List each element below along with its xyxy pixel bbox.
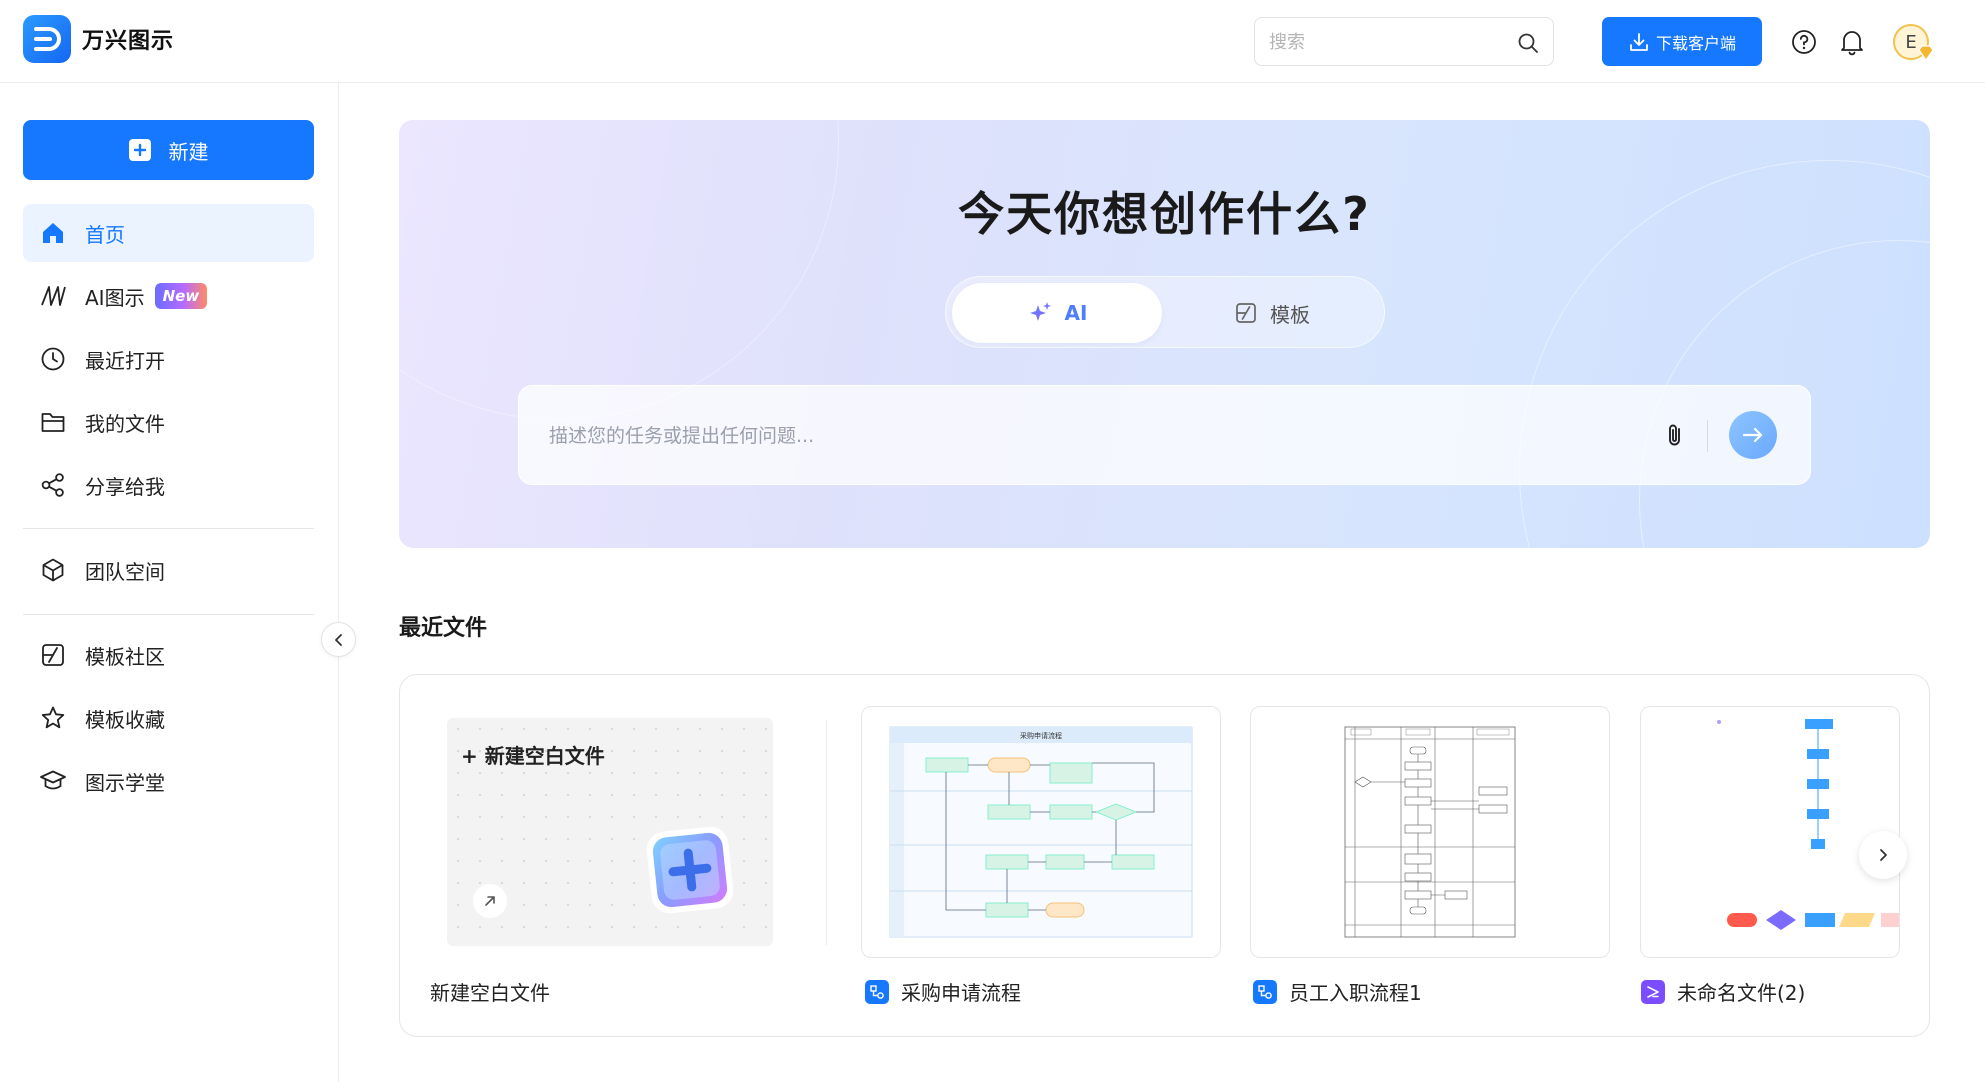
brand[interactable]: 万兴图示 <box>23 15 174 63</box>
top-bar: 万兴图示 下载客户端 E <box>0 0 1985 83</box>
tab-ai-label: AI <box>1064 301 1088 325</box>
sidebar-item-label: 最近打开 <box>85 348 165 373</box>
new-blank-file-card[interactable]: + 新建空白文件 <box>447 718 773 946</box>
sidebar-item-template-community[interactable]: 模板社区 <box>23 626 314 684</box>
prompt-divider <box>1707 420 1708 452</box>
new-badge: New <box>154 283 208 309</box>
sidebar-item-label: 图示学堂 <box>85 770 165 795</box>
file-card-onboarding-flow[interactable] <box>1250 706 1610 958</box>
new-blank-file-label[interactable]: 新建空白文件 <box>430 977 550 1006</box>
add-file-icon <box>646 826 734 914</box>
app-logo-icon <box>23 15 71 63</box>
recent-files-panel: + 新建空白文件 新建空白文件 采购申请流程 采购申请流程 员工入职流程1 未命… <box>399 674 1930 1037</box>
chevron-left-icon <box>334 633 342 646</box>
sidebar-item-favorites[interactable]: 模板收藏 <box>23 689 314 747</box>
graduation-cap-icon <box>39 767 67 795</box>
search-icon[interactable] <box>1517 32 1539 54</box>
card-separator <box>826 720 827 945</box>
send-button[interactable] <box>1729 411 1777 459</box>
tab-template[interactable]: 模板 <box>1172 283 1372 343</box>
chevron-right-icon <box>1880 849 1887 861</box>
recent-files-title: 最近文件 <box>399 616 488 641</box>
sidebar-item-label: 模板社区 <box>85 644 165 669</box>
new-button[interactable]: 新建 <box>23 120 314 180</box>
home-icon <box>39 219 67 247</box>
prompt-input[interactable] <box>549 418 1599 454</box>
attachment-icon[interactable] <box>1660 421 1690 451</box>
prompt-box <box>518 385 1811 485</box>
download-client-label: 下载客户端 <box>1655 33 1736 53</box>
sidebar-divider <box>23 528 314 529</box>
plus-icon <box>128 139 151 161</box>
open-arrow-icon <box>473 884 507 918</box>
team-space-icon <box>39 556 67 584</box>
sidebar-item-label: AI图示 <box>85 285 145 310</box>
file-label-onboarding-flow[interactable]: 员工入职流程1 <box>1253 977 1422 1006</box>
new-blank-file-card-title: + 新建空白文件 <box>461 744 605 768</box>
file-name: 采购申请流程 <box>901 981 1021 1005</box>
sidebar-item-home[interactable]: 首页 <box>23 204 314 262</box>
flowchart-file-icon <box>1253 979 1277 1004</box>
notification-bell-icon[interactable] <box>1839 28 1865 56</box>
app-name: 万兴图示 <box>82 29 175 54</box>
download-icon <box>1630 32 1648 51</box>
collapse-sidebar-button[interactable] <box>321 622 356 657</box>
sidebar: 新建 首页 AI图示 New 最近打开 我的文件 分享给我 团队空间 模板社区 … <box>0 83 339 1082</box>
sidebar-item-shared[interactable]: 分享给我 <box>23 456 314 514</box>
sidebar-item-label: 团队空间 <box>85 559 165 584</box>
flowchart-file-icon <box>865 979 889 1004</box>
search-input[interactable] <box>1269 27 1509 57</box>
ai-diagram-icon <box>39 282 67 310</box>
file-thumbnail <box>1344 726 1516 938</box>
file-label-purchase-flow[interactable]: 采购申请流程 <box>865 977 1021 1006</box>
sidebar-item-label: 分享给我 <box>85 474 165 499</box>
file-thumbnail <box>1717 719 1899 930</box>
share-icon <box>39 471 67 499</box>
search-box[interactable] <box>1254 17 1554 66</box>
sidebar-item-label: 模板收藏 <box>85 707 165 732</box>
file-thumbnail: 采购申请流程 <box>889 726 1193 938</box>
clock-icon <box>39 345 67 373</box>
download-client-button[interactable]: 下载客户端 <box>1602 17 1762 66</box>
hero-decoration <box>399 120 839 420</box>
sidebar-item-label: 首页 <box>85 222 125 247</box>
vip-badge-icon <box>1918 45 1934 62</box>
sidebar-item-my-files[interactable]: 我的文件 <box>23 393 314 451</box>
file-card-untitled[interactable] <box>1640 706 1900 958</box>
sidebar-item-recent[interactable]: 最近打开 <box>23 330 314 388</box>
mode-switch: AI 模板 <box>945 276 1385 348</box>
sparkle-icon <box>1029 302 1051 321</box>
sidebar-item-academy[interactable]: 图示学堂 <box>23 752 314 810</box>
next-page-button[interactable] <box>1859 831 1907 879</box>
file-name: 新建空白文件 <box>430 981 550 1005</box>
hero-title: 今天你想创作什么? <box>958 187 1371 241</box>
hero-panel: 今天你想创作什么? AI 模板 <box>399 120 1930 548</box>
canvas-file-icon <box>1641 979 1665 1004</box>
folder-icon <box>39 408 67 436</box>
star-icon <box>39 704 67 732</box>
file-name: 未命名文件(2) <box>1677 981 1806 1005</box>
file-name: 员工入职流程1 <box>1289 981 1422 1005</box>
arrow-right-icon <box>1742 427 1763 443</box>
help-icon[interactable] <box>1791 29 1817 55</box>
thumbnail-title: 采购申请流程 <box>1020 731 1062 740</box>
avatar-letter: E <box>1905 31 1917 53</box>
sidebar-item-team-space[interactable]: 团队空间 <box>23 541 314 599</box>
template-icon <box>1236 303 1256 323</box>
sidebar-item-label: 我的文件 <box>85 411 165 436</box>
tab-ai[interactable]: AI <box>952 283 1162 343</box>
tab-template-label: 模板 <box>1270 302 1310 327</box>
sidebar-item-ai-diagram[interactable]: AI图示 New <box>23 267 314 325</box>
sidebar-divider <box>23 614 314 615</box>
template-community-icon <box>39 641 67 669</box>
file-card-purchase-flow[interactable]: 采购申请流程 <box>861 706 1221 958</box>
file-label-untitled[interactable]: 未命名文件(2) <box>1641 977 1805 1006</box>
new-button-label: 新建 <box>168 139 209 164</box>
